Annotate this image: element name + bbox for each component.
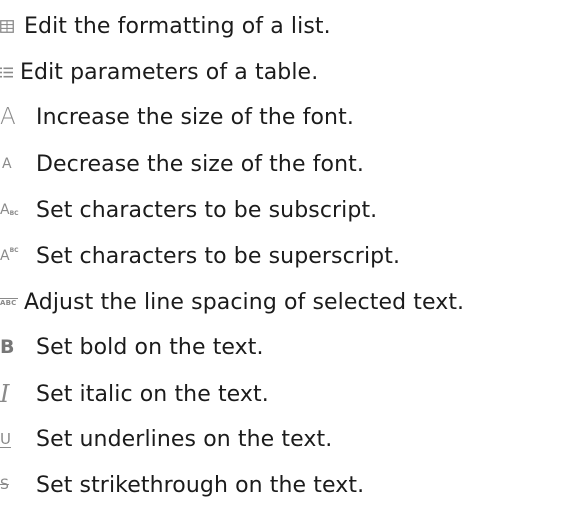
increase-font-icon: A <box>0 103 16 130</box>
superscript-icon: A BC <box>0 247 19 264</box>
item-description: Set strikethrough on the text. <box>36 472 365 498</box>
list-item: I Set italic on the text. <box>0 374 269 414</box>
underline-icon: U <box>0 429 11 448</box>
item-description: Edit parameters of a table. <box>20 59 319 85</box>
item-description: Set bold on the text. <box>36 334 264 360</box>
list-item: A Increase the size of the font. <box>0 97 354 137</box>
item-description: Set italic on the text. <box>36 381 269 407</box>
list-item: A BC Set characters to be superscript. <box>0 236 400 276</box>
list-item: Edit parameters of a table. <box>0 52 318 92</box>
item-description: Edit the formatting of a list. <box>24 13 331 39</box>
table-grid-icon <box>0 19 18 33</box>
list-lines-icon <box>0 67 16 78</box>
strikethrough-icon: S <box>0 477 9 493</box>
list-item: Edit the formatting of a list. <box>0 6 331 46</box>
item-description: Set characters to be superscript. <box>36 243 401 269</box>
bold-icon: B <box>0 335 15 358</box>
decrease-font-icon: A <box>2 156 12 172</box>
list-item: B Set bold on the text. <box>0 327 264 367</box>
subscript-icon: A BC <box>0 202 19 218</box>
line-spacing-icon: ABC <box>0 297 18 307</box>
item-description: Increase the size of the font. <box>36 104 354 130</box>
item-description: Set underlines on the text. <box>36 426 333 452</box>
formatting-help-list: Edit the formatting of a list. Edit para… <box>0 0 563 520</box>
list-item: ABC Adjust the line spacing of selected … <box>0 282 464 322</box>
list-item: S Set strikethrough on the text. <box>0 465 364 505</box>
item-description: Adjust the line spacing of selected text… <box>24 289 465 315</box>
list-item: U Set underlines on the text. <box>0 419 332 459</box>
item-description: Decrease the size of the font. <box>36 151 364 177</box>
italic-icon: I <box>0 380 10 408</box>
list-item: A BC Set characters to be subscript. <box>0 190 377 230</box>
list-item: A Decrease the size of the font. <box>0 144 364 184</box>
item-description: Set characters to be subscript. <box>36 197 378 223</box>
